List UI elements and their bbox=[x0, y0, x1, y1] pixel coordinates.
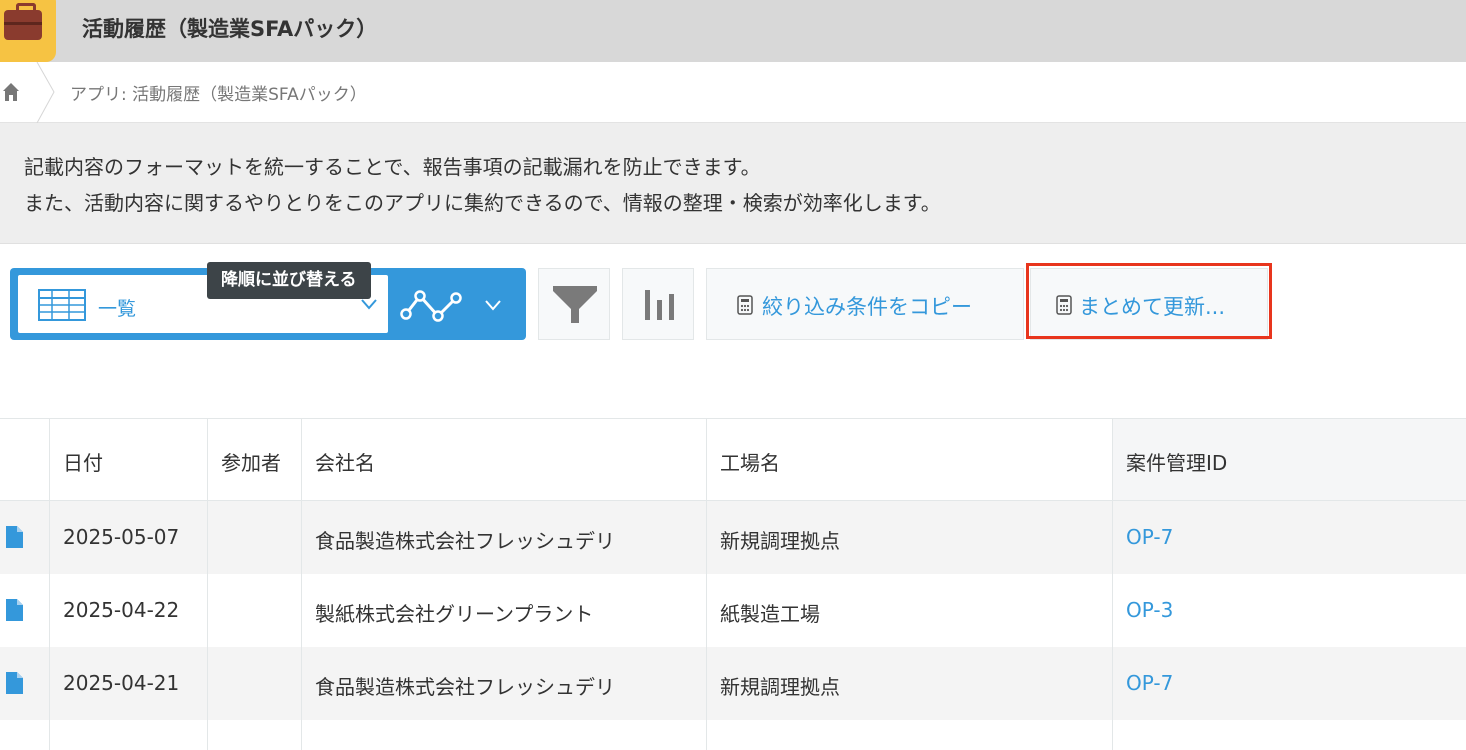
document-icon[interactable] bbox=[6, 672, 23, 694]
table-row: 2025-05-07 食品製造株式会社フレッシュデリ 新規調理拠点 OP-7 bbox=[0, 501, 1466, 574]
table-row: 2025-04-21 食品製造株式会社フレッシュデリ 新規調理拠点 OP-7 bbox=[0, 647, 1466, 720]
empty-cell bbox=[1113, 720, 1466, 750]
factory-cell: 紙製造工場 bbox=[707, 574, 1113, 647]
highlight-box bbox=[1026, 263, 1272, 339]
view-label: 一覧 bbox=[98, 298, 137, 320]
sort-tooltip: 降順に並び替える bbox=[207, 262, 371, 299]
copy-filter-button[interactable]: 絞り込み条件をコピー bbox=[706, 268, 1024, 340]
company-cell: 食品製造株式会社フレッシュデリ bbox=[302, 501, 707, 574]
table-row-partial bbox=[0, 720, 1466, 750]
record-detail-cell[interactable] bbox=[0, 574, 50, 647]
empty-cell bbox=[302, 720, 707, 750]
table-view-icon bbox=[38, 289, 86, 321]
document-icon[interactable] bbox=[6, 526, 23, 548]
header-cell-factory[interactable]: 工場名 bbox=[707, 419, 1113, 500]
participants-cell bbox=[208, 647, 302, 720]
participants-cell bbox=[208, 574, 302, 647]
record-detail-cell[interactable] bbox=[0, 501, 50, 574]
home-icon[interactable] bbox=[2, 82, 20, 102]
records-table: 日付 参加者 会社名 工場名 案件管理ID 2025-05-07 食品製造株式会… bbox=[0, 418, 1466, 750]
company-cell: 製紙株式会社グリーンプラント bbox=[302, 574, 707, 647]
header-cell-icon bbox=[0, 419, 50, 500]
chevron-down-icon bbox=[361, 299, 377, 310]
date-cell: 2025-05-07 bbox=[50, 501, 208, 574]
graph-button[interactable] bbox=[622, 268, 694, 340]
header-cell-company[interactable]: 会社名 bbox=[302, 419, 707, 500]
header-cell-deal-id[interactable]: 案件管理ID bbox=[1113, 419, 1466, 500]
document-icon[interactable] bbox=[6, 599, 23, 621]
description-line-1: 記載内容のフォーマットを統一することで、報告事項の記載漏れを防止できます。 bbox=[24, 155, 761, 179]
funnel-icon bbox=[553, 286, 597, 323]
table-header-row: 日付 参加者 会社名 工場名 案件管理ID bbox=[0, 419, 1466, 501]
header-cell-date[interactable]: 日付 bbox=[50, 419, 208, 500]
factory-cell: 新規調理拠点 bbox=[707, 501, 1113, 574]
bar-chart-icon bbox=[645, 290, 674, 320]
graph-view-icon[interactable] bbox=[400, 288, 462, 324]
empty-cell bbox=[50, 720, 208, 750]
company-cell: 食品製造株式会社フレッシュデリ bbox=[302, 647, 707, 720]
record-detail-cell[interactable] bbox=[0, 647, 50, 720]
breadcrumb-separator-icon bbox=[36, 62, 55, 123]
app-header: 活動履歴（製造業SFAパック） bbox=[0, 0, 1466, 62]
date-cell: 2025-04-22 bbox=[50, 574, 208, 647]
app-description: 記載内容のフォーマットを統一することで、報告事項の記載漏れを防止できます。 また… bbox=[0, 123, 1466, 244]
deal-id-link[interactable]: OP-7 bbox=[1113, 647, 1466, 720]
breadcrumb-app-link[interactable]: アプリ: 活動履歴（製造業SFAパック） bbox=[70, 80, 367, 105]
deal-id-link[interactable]: OP-3 bbox=[1113, 574, 1466, 647]
participants-cell bbox=[208, 501, 302, 574]
deal-id-link[interactable]: OP-7 bbox=[1113, 501, 1466, 574]
calculator-icon bbox=[737, 295, 753, 315]
empty-cell bbox=[707, 720, 1113, 750]
briefcase-icon bbox=[0, 0, 56, 62]
empty-cell bbox=[0, 720, 50, 750]
filter-button[interactable] bbox=[538, 268, 610, 340]
description-line-2: また、活動内容に関するやりとりをこのアプリに集約できるので、情報の整理・検索が効… bbox=[24, 191, 941, 215]
date-cell: 2025-04-21 bbox=[50, 647, 208, 720]
factory-cell: 新規調理拠点 bbox=[707, 647, 1113, 720]
empty-cell bbox=[208, 720, 302, 750]
app-title: 活動履歴（製造業SFAパック） bbox=[82, 17, 378, 41]
copy-filter-label: 絞り込み条件をコピー bbox=[762, 295, 972, 319]
table-row: 2025-04-22 製紙株式会社グリーンプラント 紙製造工場 OP-3 bbox=[0, 574, 1466, 647]
graph-chevron-down-icon[interactable] bbox=[484, 298, 502, 312]
header-cell-participants[interactable]: 参加者 bbox=[208, 419, 302, 500]
